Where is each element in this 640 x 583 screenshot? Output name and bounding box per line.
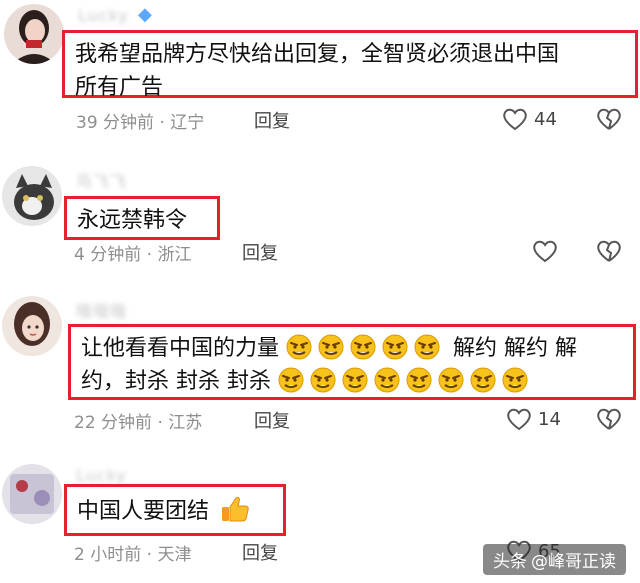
dislike-button[interactable]: [596, 107, 622, 135]
diamond-badge-icon: ◆: [138, 4, 152, 25]
angry-face-emoji: [406, 367, 432, 393]
comment-meta: 2 小时前 · 天津: [74, 545, 192, 565]
reply-button[interactable]: 回复: [254, 407, 290, 433]
comment-text-line: 所有广告: [75, 75, 164, 100]
username[interactable]: 鸟飞飞: [76, 168, 127, 191]
like-count: 44: [534, 108, 557, 130]
angry-face-emoji: [350, 334, 376, 360]
angry-face-emoji: [438, 367, 464, 393]
username[interactable]: Lucky: [78, 6, 129, 28]
emoji-run: [286, 334, 446, 361]
comment-time: 39 分钟前: [76, 113, 155, 133]
reply-button[interactable]: 回复: [242, 539, 278, 565]
watermark-source: 头条: [493, 552, 527, 572]
comment-text-box: 我希望品牌方尽快给出回复，全智贤必须退出中国 所有广告: [62, 30, 638, 100]
angry-face-emoji: [342, 367, 368, 393]
angry-face-emoji: [318, 334, 344, 360]
reply-button[interactable]: 回复: [254, 107, 290, 133]
comment-location: 辽宁: [170, 113, 205, 133]
avatar[interactable]: [2, 296, 62, 356]
avatar[interactable]: [2, 166, 62, 226]
comment-text-box: 永远禁韩令: [64, 196, 220, 240]
avatar[interactable]: [4, 4, 64, 64]
comment-meta: 39 分钟前 · 辽宁: [76, 113, 205, 133]
angry-face-emoji: [278, 367, 304, 393]
comment-text: 中国人要团结: [77, 499, 210, 524]
comment-location: 浙江: [157, 245, 192, 265]
comment-location: 天津: [157, 545, 192, 565]
comment-text-box: 中国人要团结: [64, 484, 286, 536]
angry-face-emoji: [374, 367, 400, 393]
comment-meta: 22 分钟前 · 江苏: [74, 413, 203, 433]
heart-outline-icon: [533, 240, 557, 263]
reply-button[interactable]: 回复: [242, 239, 278, 265]
like-button[interactable]: 14: [506, 407, 561, 431]
comment-time: 4 分钟前: [74, 245, 142, 265]
broken-heart-icon: [597, 240, 621, 262]
comment-3: 哦哦哦 让他看看中国的力量 解约 解约 解 约，封杀 封杀 封杀 22 分钟前 …: [0, 292, 640, 442]
angry-face-emoji: [286, 334, 312, 360]
comment-time: 22 分钟前: [74, 413, 153, 433]
like-button[interactable]: 44: [502, 107, 557, 131]
comment-text: 让他看看中国的力量: [81, 336, 280, 361]
comment-text-line: 中国人要团结: [77, 495, 275, 528]
comment-time: 2 小时前: [74, 545, 142, 565]
comment-2: 鸟飞飞 永远禁韩令 4 分钟前 · 浙江 回复: [0, 160, 640, 270]
comment-text-line: 让他看看中国的力量 解约 解约 解: [81, 332, 625, 365]
dislike-button[interactable]: [596, 407, 622, 435]
watermark-author: @峰哥正读: [531, 552, 616, 572]
comment-text-box: 让他看看中国的力量 解约 解约 解 约，封杀 封杀 封杀: [68, 324, 636, 400]
like-button[interactable]: [532, 239, 564, 263]
broken-heart-icon: [597, 408, 621, 430]
thumbs-up-icon: [222, 496, 249, 522]
angry-face-emoji: [502, 367, 528, 393]
like-count: 14: [538, 408, 561, 430]
heart-outline-icon: [503, 108, 527, 131]
comment-text-line: 永远禁韩令: [77, 208, 188, 233]
comment-text: 约，封杀 封杀 封杀: [81, 369, 271, 394]
angry-face-emoji: [470, 367, 496, 393]
emoji-run: [278, 367, 534, 394]
watermark: 头条 @峰哥正读: [483, 544, 626, 575]
avatar[interactable]: [2, 464, 62, 524]
angry-face-emoji: [414, 334, 440, 360]
dislike-button[interactable]: [596, 239, 622, 267]
angry-face-emoji: [310, 367, 336, 393]
comment-meta: 4 分钟前 · 浙江: [74, 245, 192, 265]
comment-1: Lucky ◆ 我希望品牌方尽快给出回复，全智贤必须退出中国 所有广告 39 分…: [0, 0, 640, 140]
heart-outline-icon: [507, 408, 531, 431]
angry-face-emoji: [382, 334, 408, 360]
comment-location: 江苏: [168, 413, 203, 433]
broken-heart-icon: [597, 108, 621, 130]
comment-text: 解约 解约 解: [453, 336, 578, 361]
comment-text-line: 我希望品牌方尽快给出回复，全智贤必须退出中国: [75, 42, 560, 67]
comment-text-line: 约，封杀 封杀 封杀: [81, 365, 625, 398]
username[interactable]: 哦哦哦: [76, 298, 127, 321]
